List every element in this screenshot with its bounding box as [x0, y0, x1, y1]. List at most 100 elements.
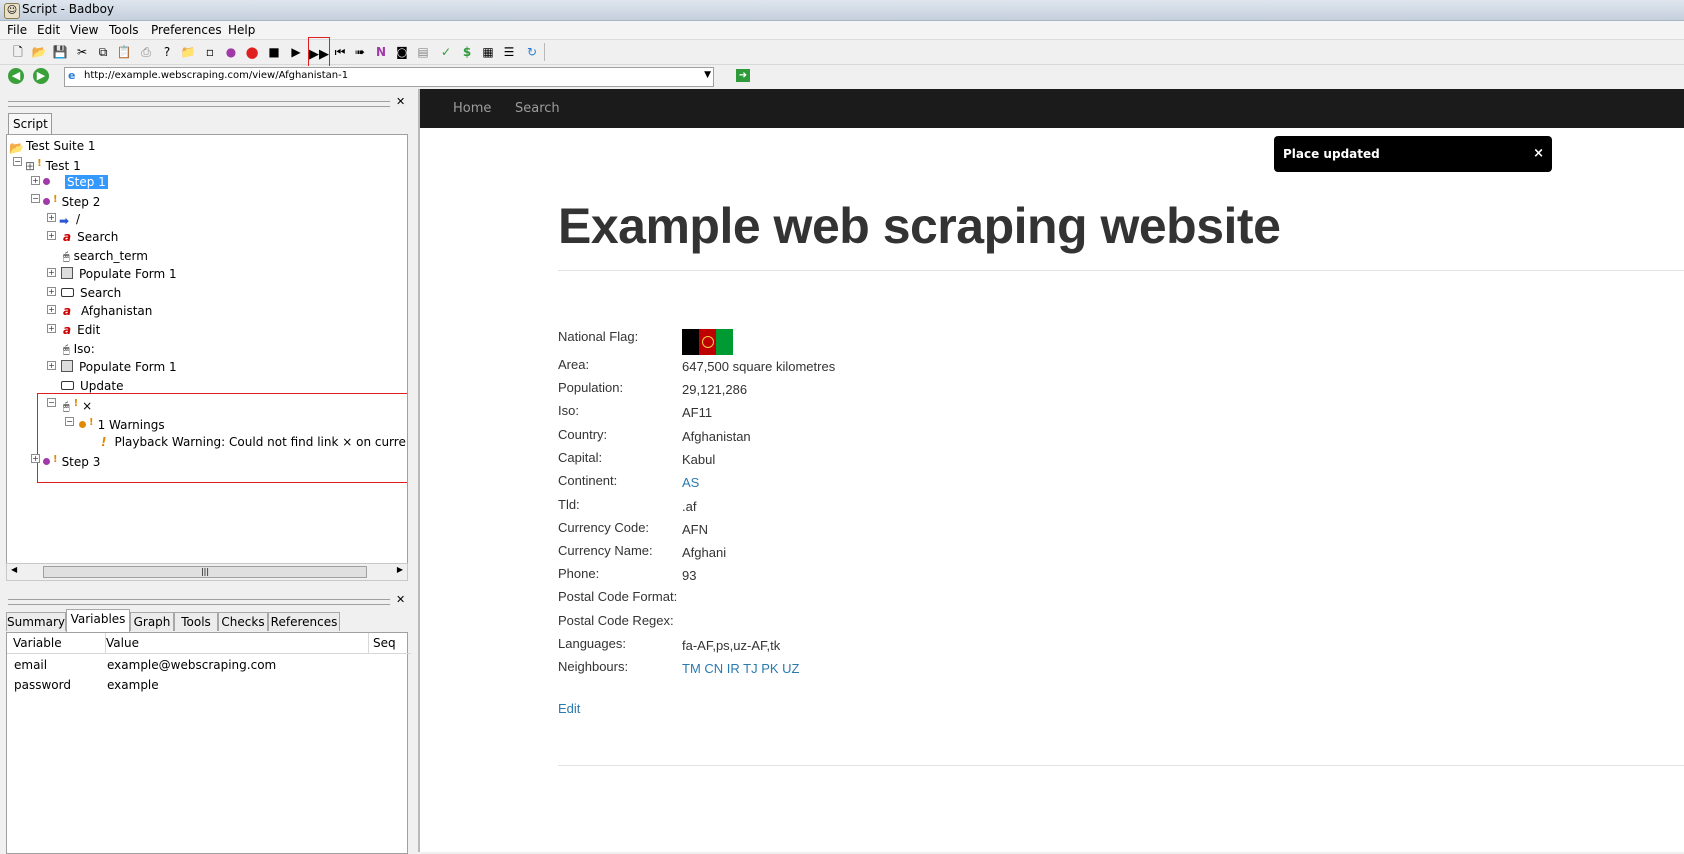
- tree-test[interactable]: ⊞! Test 1: [25, 155, 81, 173]
- toast-notification: Place updated ×: [1274, 136, 1552, 172]
- refresh-icon[interactable]: ↻: [524, 44, 540, 60]
- tree-item-warning-text[interactable]: ! Playback Warning: Could not find link ×…: [101, 433, 407, 451]
- forward-icon[interactable]: ▶: [33, 68, 49, 84]
- back-icon[interactable]: ◀: [8, 68, 24, 84]
- expand-icon[interactable]: +: [31, 176, 40, 185]
- add-folder-icon[interactable]: 📁: [180, 44, 196, 60]
- cut-icon[interactable]: ✂: [74, 44, 90, 60]
- expand-icon[interactable]: +: [47, 268, 56, 277]
- tree-item-warnings[interactable]: ! 1 Warnings: [79, 414, 165, 432]
- tree-item-populate-form-2[interactable]: Populate Form 1: [61, 358, 177, 376]
- expand-icon[interactable]: +: [47, 361, 56, 370]
- pane-grip[interactable]: [8, 101, 390, 107]
- add-item-icon[interactable]: ●: [223, 44, 239, 60]
- collapse-icon[interactable]: −: [31, 194, 40, 203]
- add-step-icon[interactable]: ▫: [202, 44, 218, 60]
- variable-value[interactable]: example: [107, 676, 159, 694]
- dollar-icon[interactable]: $: [459, 44, 475, 60]
- go-icon[interactable]: ➜: [736, 69, 750, 82]
- tree-step-2[interactable]: ! Step 2: [43, 191, 100, 209]
- tree-item-label: 1 Warnings: [97, 418, 165, 432]
- scroll-right-icon[interactable]: ▶: [397, 565, 403, 574]
- copy-icon[interactable]: ⧉: [95, 44, 111, 60]
- tree-item-failed-click[interactable]: 🖱! ×: [63, 395, 92, 413]
- tree-suite[interactable]: 📂 Test Suite 1: [9, 137, 96, 155]
- tree-item-label: ×: [82, 399, 93, 413]
- print-icon[interactable]: ⎙: [138, 44, 154, 60]
- chevron-down-icon[interactable]: ▼: [704, 70, 711, 80]
- report-icon[interactable]: ▤: [415, 44, 431, 60]
- close-icon[interactable]: ✕: [396, 95, 405, 108]
- tree-step-1[interactable]: Step 1: [43, 173, 108, 191]
- save-icon[interactable]: 💾: [52, 44, 68, 60]
- expand-icon[interactable]: +: [47, 305, 56, 314]
- variable-name[interactable]: email: [14, 656, 47, 674]
- navigate-icon[interactable]: N: [373, 44, 389, 60]
- browser-pane: Home Search Place updated × Example web …: [420, 89, 1684, 852]
- expand-icon[interactable]: +: [31, 454, 40, 463]
- menu-file[interactable]: File: [7, 23, 27, 37]
- pane-grip[interactable]: [8, 599, 390, 605]
- paste-icon[interactable]: 📋: [116, 44, 132, 60]
- jump-icon[interactable]: ➠: [352, 44, 368, 60]
- tab-checks[interactable]: Checks: [218, 612, 268, 631]
- help-icon[interactable]: ?: [159, 44, 175, 60]
- record-icon[interactable]: ●: [244, 44, 260, 60]
- tree-step-3[interactable]: ! Step 3: [43, 451, 100, 469]
- rewind-icon[interactable]: ⏮: [332, 44, 348, 60]
- menu-tools[interactable]: Tools: [109, 23, 139, 37]
- check-icon[interactable]: ✓: [438, 44, 454, 60]
- collapse-icon[interactable]: −: [13, 157, 22, 166]
- menu-view[interactable]: View: [70, 23, 98, 37]
- tab-variables[interactable]: Variables: [66, 609, 130, 632]
- nav-home-link[interactable]: Home: [453, 101, 491, 116]
- tab-graph[interactable]: Graph: [130, 612, 174, 631]
- scroll-thumb[interactable]: |||: [43, 566, 367, 578]
- field-label: Neighbours:: [558, 659, 629, 674]
- tree-item-click-search[interactable]: a Search: [63, 228, 118, 246]
- continent-link[interactable]: AS: [682, 475, 699, 490]
- tree-item-search-button[interactable]: Search: [61, 284, 121, 302]
- stop-icon[interactable]: ■: [266, 44, 282, 60]
- field-label: Iso:: [558, 403, 579, 418]
- screenshot-icon[interactable]: ◙: [394, 44, 410, 60]
- menu-help[interactable]: Help: [228, 23, 255, 37]
- tree-step-1-label: Step 1: [65, 175, 108, 189]
- scroll-left-icon[interactable]: ◀: [11, 565, 17, 574]
- collapse-icon[interactable]: −: [47, 398, 56, 407]
- column-header-variable[interactable]: Variable: [7, 633, 106, 654]
- tab-summary[interactable]: Summary: [6, 612, 66, 631]
- collapse-icon[interactable]: −: [65, 417, 74, 426]
- variable-name[interactable]: password: [14, 676, 71, 694]
- tab-references[interactable]: References: [268, 612, 340, 631]
- column-header-seq[interactable]: Seq: [369, 633, 411, 654]
- tab-script[interactable]: Script: [8, 113, 52, 134]
- list-icon[interactable]: ☰: [501, 44, 517, 60]
- close-icon[interactable]: ×: [1533, 146, 1544, 161]
- expand-icon[interactable]: +: [47, 324, 56, 333]
- url-input[interactable]: e http://example.webscraping.com/view/Af…: [64, 67, 714, 87]
- neighbours-links[interactable]: TM CN IR TJ PK UZ: [682, 661, 799, 676]
- nav-search-link[interactable]: Search: [515, 101, 560, 116]
- expand-icon[interactable]: +: [47, 231, 56, 240]
- menu-edit[interactable]: Edit: [37, 23, 60, 37]
- close-icon[interactable]: ✕: [396, 593, 405, 606]
- variable-value[interactable]: example@webscraping.com: [107, 656, 276, 674]
- expand-icon[interactable]: +: [47, 213, 56, 222]
- column-header-value[interactable]: Value: [106, 633, 369, 654]
- tree-item-click-edit[interactable]: a Edit: [63, 321, 100, 339]
- tree-item-populate-form[interactable]: Populate Form 1: [61, 265, 177, 283]
- tree-item-click-afghanistan[interactable]: a Afghanistan: [63, 302, 152, 320]
- menu-preferences[interactable]: Preferences: [151, 23, 222, 37]
- tab-tools[interactable]: Tools: [174, 612, 218, 631]
- table-icon[interactable]: ▦: [480, 44, 496, 60]
- tree-item-request[interactable]: ➡ /: [59, 210, 80, 228]
- expand-icon[interactable]: +: [47, 287, 56, 296]
- play-icon[interactable]: ▶: [288, 44, 304, 60]
- tree-item-search-term[interactable]: 🖱 search_term: [63, 247, 148, 265]
- tree-item-iso[interactable]: 🖱 Iso:: [63, 340, 95, 358]
- new-icon[interactable]: 🗋: [10, 44, 26, 60]
- open-icon[interactable]: 📂: [31, 44, 47, 60]
- horizontal-scrollbar[interactable]: ◀ ||| ▶: [6, 563, 408, 581]
- edit-link[interactable]: Edit: [558, 701, 580, 716]
